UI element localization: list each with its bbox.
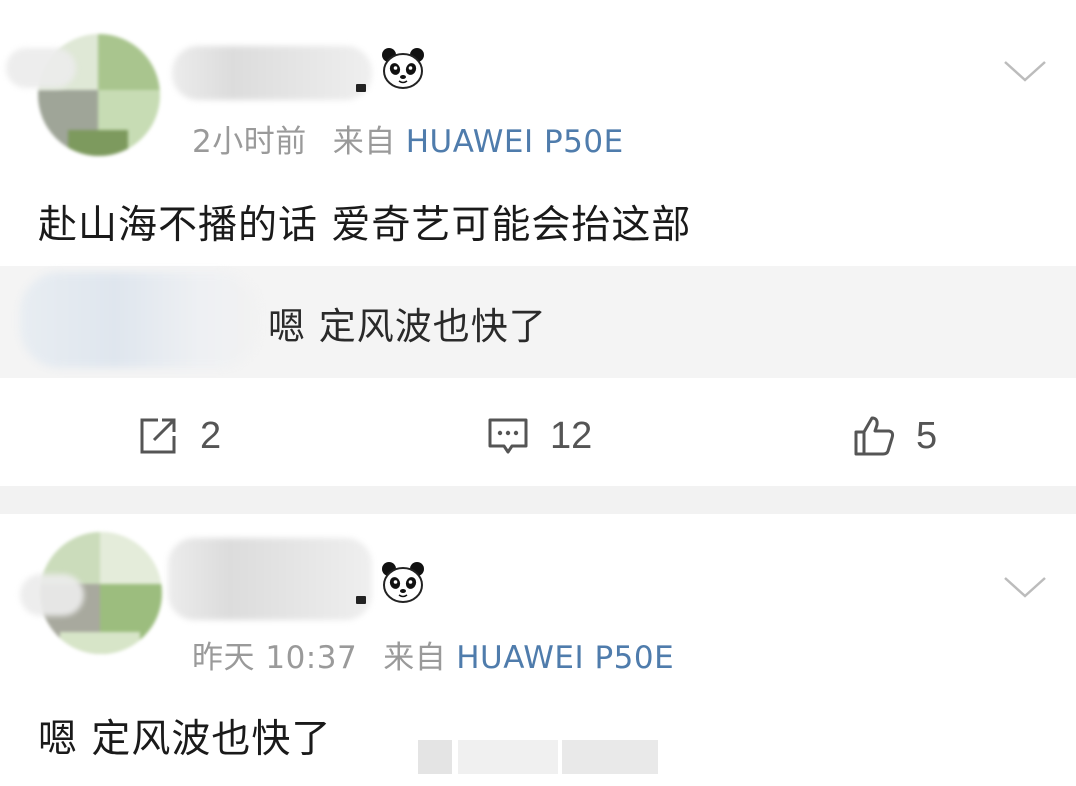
weibo-post-card: 昨天 10:37 来自 HUAWEI P50E 嗯 定风波也快了: [0, 514, 1076, 786]
thumbs-up-icon: [854, 416, 895, 456]
repost-icon: [140, 418, 176, 454]
device-link[interactable]: HUAWEI P50E: [406, 124, 624, 160]
chevron-down-icon[interactable]: [1002, 56, 1048, 86]
feed-separator: [0, 486, 1076, 514]
avatar-blur-mask: [6, 48, 76, 88]
repost-count: 2: [200, 414, 222, 457]
post-time: 昨天 10:37: [192, 640, 358, 676]
like-count: 5: [916, 414, 938, 457]
username-tail: [356, 84, 366, 92]
post-meta: 昨天 10:37 来自 HUAWEI P50E: [192, 632, 674, 677]
source-label: 来自: [332, 124, 396, 160]
repost-button[interactable]: 2: [136, 408, 221, 464]
device-link[interactable]: HUAWEI P50E: [456, 640, 674, 676]
panda-icon: [382, 48, 424, 89]
username-tail: [356, 596, 366, 604]
quoted-comment[interactable]: 嗯 定风波也快了: [0, 266, 1076, 378]
like-button[interactable]: 5: [852, 408, 937, 464]
post-content: 赴山海不播的话 爱奇艺可能会抬这部: [38, 203, 692, 248]
chevron-down-icon[interactable]: [1002, 572, 1048, 602]
blurred-image-strip: [418, 740, 658, 774]
username-blur[interactable]: [172, 46, 372, 100]
username-blur[interactable]: [168, 538, 372, 620]
quote-text: 嗯 定风波也快了: [268, 305, 547, 348]
post-time: 2小时前: [192, 124, 307, 160]
post-content: 嗯 定风波也快了: [38, 717, 332, 762]
panda-icon: [382, 562, 424, 603]
post-meta: 2小时前 来自 HUAWEI P50E: [192, 116, 624, 161]
weibo-post-card: 2小时前 来自 HUAWEI P50E 赴山海不播的话 爱奇艺可能会抬这部 嗯 定风…: [0, 0, 1076, 486]
quote-user-blur: [20, 272, 260, 368]
source-label: 来自: [383, 640, 447, 676]
comment-button[interactable]: 12: [486, 408, 592, 464]
comment-icon: [488, 418, 528, 454]
avatar-blur-mask: [20, 574, 84, 616]
comment-count: 12: [550, 414, 593, 457]
